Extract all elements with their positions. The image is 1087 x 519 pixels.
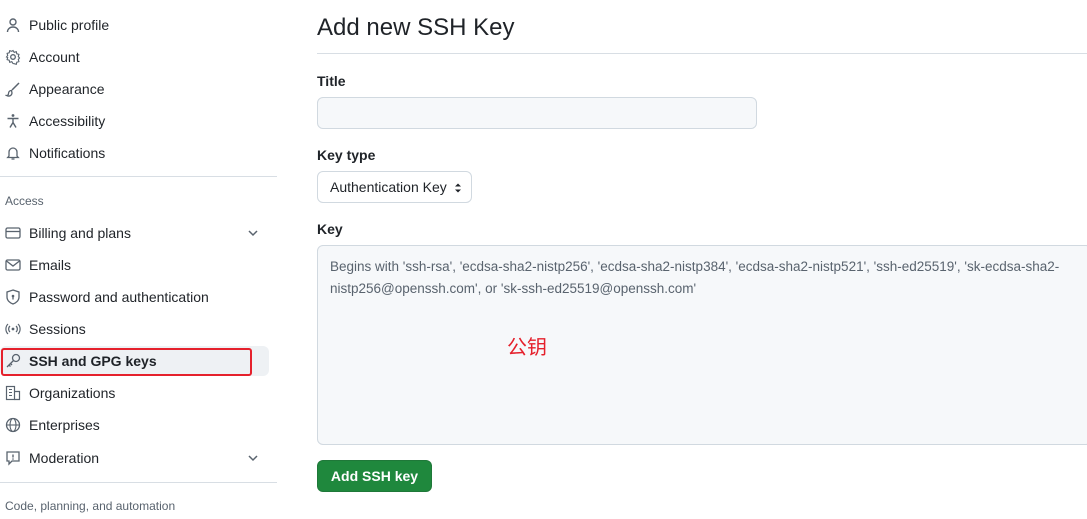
broadcast-icon [5,321,21,337]
bell-icon [5,145,21,161]
gear-icon [5,49,21,65]
annotation-public-key: 公钥 [507,335,547,359]
sidebar-item-password-auth[interactable]: Password and authentication [0,282,269,312]
key-icon [5,353,21,369]
key-type-label: Key type [317,147,376,163]
sidebar-item-label: Accessibility [29,113,106,129]
select-arrows-icon [455,183,461,193]
add-ssh-key-button[interactable]: Add SSH key [317,460,432,492]
sidebar-item-label: Billing and plans [29,225,131,241]
sidebar-item-label: Account [29,49,80,65]
key-type-selected-value: Authentication Key [330,179,447,195]
organization-icon [5,385,21,401]
page-title: Add new SSH Key [317,14,515,41]
sidebar-item-label: Moderation [29,450,100,466]
sidebar-item-emails[interactable]: Emails [0,250,269,280]
globe-icon [5,417,21,433]
sidebar-item-label: SSH and GPG keys [29,353,157,369]
sidebar-divider [0,482,277,483]
title-divider [317,53,1087,54]
sidebar-heading-access: Access [5,194,44,208]
key-textarea-placeholder: Begins with 'ssh-rsa', 'ecdsa-sha2-nistp… [330,259,1060,296]
sidebar-item-label: Emails [29,257,72,273]
sidebar-item-label: Public profile [29,17,110,33]
sidebar-divider [0,176,277,177]
chevron-down-icon[interactable] [246,451,260,465]
shield-lock-icon [5,289,21,305]
sidebar-item-account[interactable]: Account [0,42,269,72]
key-type-select[interactable]: Authentication Key [317,171,472,203]
sidebar-item-label: Notifications [29,145,106,161]
add-ssh-key-form: Add new SSH Key Title Key type Authentic… [317,0,1087,519]
person-icon [5,17,21,33]
mail-icon [5,257,21,273]
report-icon [5,450,21,466]
settings-sidebar: Public profile Account Appearance Access… [0,0,277,519]
sidebar-item-moderation[interactable]: Moderation [0,443,269,473]
title-input[interactable] [317,97,757,129]
sidebar-item-label: Organizations [29,385,116,401]
paintbrush-icon [5,81,21,97]
key-field-label: Key [317,221,343,237]
sidebar-item-label: Enterprises [29,417,100,433]
sidebar-heading-code: Code, planning, and automation [5,499,176,513]
key-textarea[interactable]: Begins with 'ssh-rsa', 'ecdsa-sha2-nistp… [317,245,1087,445]
sidebar-item-notifications[interactable]: Notifications [0,138,269,168]
sidebar-item-organizations[interactable]: Organizations [0,378,269,408]
sidebar-item-public-profile[interactable]: Public profile [0,10,269,40]
title-field-label: Title [317,73,346,89]
accessibility-icon [5,113,21,129]
sidebar-item-ssh-gpg-keys[interactable]: SSH and GPG keys [0,346,269,376]
sidebar-item-sessions[interactable]: Sessions [0,314,269,344]
sidebar-item-label: Sessions [29,321,86,337]
sidebar-item-appearance[interactable]: Appearance [0,74,269,104]
sidebar-item-label: Appearance [29,81,105,97]
sidebar-item-enterprises[interactable]: Enterprises [0,410,269,440]
sidebar-item-accessibility[interactable]: Accessibility [0,106,269,136]
sidebar-item-billing[interactable]: Billing and plans [0,218,269,248]
chevron-down-icon[interactable] [246,226,260,240]
credit-card-icon [5,225,21,241]
sidebar-item-label: Password and authentication [29,289,209,305]
